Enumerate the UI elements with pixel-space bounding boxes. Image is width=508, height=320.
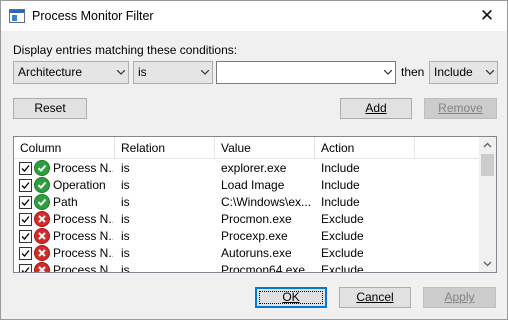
row-checkbox[interactable] — [19, 179, 32, 192]
header-relation[interactable]: Relation — [115, 137, 215, 159]
list-scrollbar[interactable] — [479, 137, 496, 272]
chevron-down-icon[interactable] — [384, 70, 392, 75]
table-row[interactable]: Path is C:\Windows\ex... Include — [14, 194, 480, 211]
table-row[interactable]: Process N... is Autoruns.exe Exclude — [14, 245, 480, 262]
add-button-label: Add — [365, 101, 387, 115]
row-column: Process N... — [53, 263, 113, 273]
row-value: Procexp.exe — [221, 229, 288, 243]
row-column: Process N... — [53, 212, 113, 226]
row-value: Procmon.exe — [221, 212, 292, 226]
row-value: C:\Windows\ex... — [221, 195, 311, 209]
row-relation: is — [121, 229, 130, 243]
row-value: Procmon64.exe — [221, 263, 306, 273]
ok-button[interactable]: OK — [255, 287, 327, 308]
conditions-heading: Display entries matching these condition… — [13, 43, 238, 57]
row-column: Process N... — [53, 161, 113, 175]
header-action[interactable]: Action — [315, 137, 415, 159]
row-checkbox[interactable] — [19, 196, 32, 209]
row-checkbox[interactable] — [19, 264, 32, 272]
scroll-thumb[interactable] — [481, 154, 494, 176]
row-column: Path — [53, 195, 78, 209]
red-x-icon — [34, 228, 50, 244]
row-relation: is — [121, 195, 130, 209]
remove-button-label: Remove — [438, 101, 483, 115]
cancel-button-label: Cancel — [356, 290, 394, 304]
row-relation: is — [121, 263, 130, 273]
row-value: explorer.exe — [221, 161, 287, 175]
window-title: Process Monitor Filter — [32, 9, 154, 23]
chevron-down-icon — [117, 70, 125, 75]
row-action: Include — [321, 178, 360, 192]
column-select-value: Architecture — [18, 65, 83, 79]
relation-select[interactable]: is — [133, 61, 213, 84]
red-x-icon — [34, 245, 50, 261]
list-header: Column Relation Value Action — [14, 137, 480, 159]
then-label: then — [401, 65, 425, 79]
row-checkbox[interactable] — [19, 247, 32, 260]
row-relation: is — [121, 212, 130, 226]
row-checkbox[interactable] — [19, 162, 32, 175]
row-value: Autoruns.exe — [221, 246, 292, 260]
row-checkbox[interactable] — [19, 230, 32, 243]
add-button[interactable]: Add — [340, 98, 412, 119]
row-action: Exclude — [321, 263, 364, 273]
value-combobox[interactable] — [216, 61, 396, 84]
row-value: Load Image — [221, 178, 285, 192]
header-column[interactable]: Column — [14, 137, 115, 159]
relation-select-value: is — [138, 65, 147, 79]
row-relation: is — [121, 161, 130, 175]
action-select[interactable]: Include — [429, 61, 498, 84]
table-row[interactable]: Process N... is Procmon.exe Exclude — [14, 211, 480, 228]
action-select-value: Include — [434, 65, 473, 79]
remove-button[interactable]: Remove — [424, 98, 497, 119]
close-button[interactable]: ✕ — [467, 1, 507, 31]
row-action: Exclude — [321, 229, 364, 243]
table-row[interactable]: Process N... is Procexp.exe Exclude — [14, 228, 480, 245]
apply-button-label: Apply — [444, 290, 475, 304]
cancel-button[interactable]: Cancel — [339, 287, 411, 308]
filter-list[interactable]: Column Relation Value Action Process N..… — [13, 136, 497, 273]
row-action: Exclude — [321, 246, 364, 260]
column-select[interactable]: Architecture — [13, 61, 129, 84]
scroll-up-button[interactable] — [479, 137, 496, 154]
title-bar[interactable]: Process Monitor Filter ✕ — [1, 1, 507, 31]
focus-rectangle — [259, 291, 323, 304]
row-action: Exclude — [321, 212, 364, 226]
chevron-up-icon — [483, 142, 492, 148]
reset-button[interactable]: Reset — [13, 98, 87, 119]
chevron-down-icon — [486, 70, 494, 75]
apply-button[interactable]: Apply — [423, 287, 496, 308]
chevron-down-icon — [201, 70, 209, 75]
table-row[interactable]: Process N... is explorer.exe Include — [14, 160, 480, 177]
row-column: Process N... — [53, 246, 113, 260]
row-action: Include — [321, 161, 360, 175]
green-check-icon — [34, 177, 50, 193]
scroll-down-button[interactable] — [479, 255, 496, 272]
red-x-icon — [34, 262, 50, 272]
filter-dialog: Process Monitor Filter ✕ Display entries… — [0, 0, 508, 320]
app-window-icon — [9, 9, 25, 23]
row-column: Operation — [53, 178, 106, 192]
row-checkbox[interactable] — [19, 213, 32, 226]
chevron-down-icon — [483, 261, 492, 267]
row-column: Process N... — [53, 229, 113, 243]
row-relation: is — [121, 246, 130, 260]
red-x-icon — [34, 211, 50, 227]
row-relation: is — [121, 178, 130, 192]
close-icon: ✕ — [479, 6, 495, 25]
row-action: Include — [321, 195, 360, 209]
table-row[interactable]: Operation is Load Image Include — [14, 177, 480, 194]
green-check-icon — [34, 160, 50, 176]
header-value[interactable]: Value — [215, 137, 315, 159]
table-row[interactable]: Process N... is Procmon64.exe Exclude — [14, 262, 480, 273]
green-check-icon — [34, 194, 50, 210]
